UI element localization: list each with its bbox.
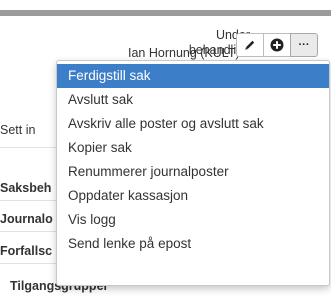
- case-actions-menu: Ferdigstill sak Avslutt sak Avskriv alle…: [56, 60, 330, 286]
- menu-item-ferdigstill-sak[interactable]: Ferdigstill sak: [57, 64, 329, 88]
- menu-item-avslutt-sak[interactable]: Avslutt sak: [57, 88, 329, 112]
- top-divider-bar: [0, 10, 331, 16]
- edit-button[interactable]: [236, 33, 264, 57]
- divider: [0, 263, 60, 264]
- ellipsis-icon: ···: [298, 39, 310, 51]
- pencil-icon: [245, 40, 255, 50]
- divider: [0, 231, 60, 232]
- menu-item-avskriv-og-avslutt[interactable]: Avskriv alle poster og avslutt sak: [57, 112, 329, 136]
- menu-item-kopier-sak[interactable]: Kopier sak: [57, 136, 329, 160]
- menu-item-send-lenke[interactable]: Send lenke på epost: [57, 232, 329, 256]
- saksbehandler-label: Saksbeh: [0, 181, 52, 195]
- add-button[interactable]: [263, 33, 291, 57]
- forfallsdato-label: Forfallsc: [0, 244, 53, 258]
- menu-item-oppdater-kassasjon[interactable]: Oppdater kassasjon: [57, 184, 329, 208]
- plus-circle-icon: [270, 38, 284, 52]
- case-toolbar: ···: [236, 33, 318, 57]
- sett-inn-link[interactable]: Sett in: [0, 123, 35, 137]
- menu-item-vis-logg[interactable]: Vis logg: [57, 208, 329, 232]
- sett-inn-label: Sett in: [0, 123, 36, 137]
- more-actions-button[interactable]: ···: [290, 33, 318, 57]
- divider: [0, 147, 60, 148]
- journalenhet-label: Journalo: [0, 212, 53, 226]
- menu-item-renummerer-journalposter[interactable]: Renummerer journalposter: [57, 160, 329, 184]
- divider: [0, 200, 60, 201]
